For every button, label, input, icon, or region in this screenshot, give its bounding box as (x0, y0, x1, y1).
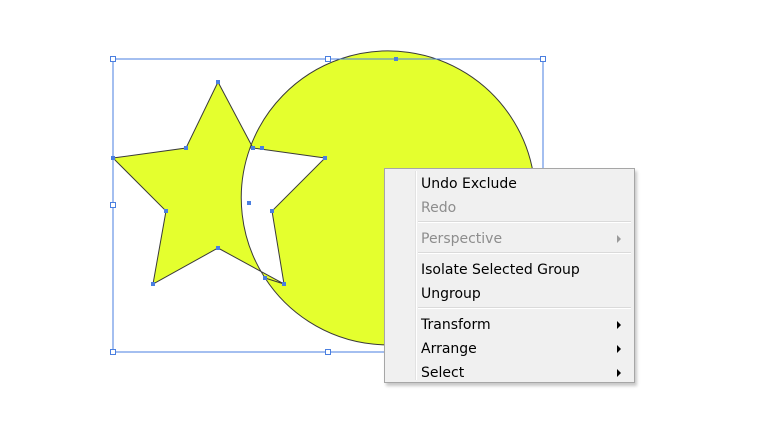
menu-item-label: Arrange (421, 341, 477, 357)
menu-item-label: Redo (421, 200, 457, 216)
menu-separator (418, 221, 631, 223)
menu-item-perspective[interactable]: Perspective (387, 227, 632, 251)
submenu-arrow-icon (617, 235, 621, 243)
menu-item-label: Perspective (421, 231, 503, 247)
submenu-arrow-icon (617, 345, 621, 353)
context-menu: Undo Exclude Redo Perspective Isolate Se… (384, 168, 635, 383)
menu-item-undo-exclude[interactable]: Undo Exclude (387, 172, 632, 196)
menu-item-label: Ungroup (421, 286, 481, 302)
artboard-canvas[interactable] (0, 0, 765, 431)
menu-item-label: Isolate Selected Group (421, 262, 580, 278)
menu-item-select[interactable]: Select (387, 361, 632, 385)
menu-separator (418, 252, 631, 254)
menu-item-arrange[interactable]: Arrange (387, 337, 632, 361)
menu-separator (418, 307, 631, 309)
menu-item-isolate-selected-group[interactable]: Isolate Selected Group (387, 258, 632, 282)
menu-item-transform[interactable]: Transform (387, 313, 632, 337)
menu-item-label: Select (421, 365, 465, 381)
menu-item-label: Transform (421, 317, 491, 333)
submenu-arrow-icon (617, 369, 621, 377)
menu-item-label: Undo Exclude (421, 176, 517, 192)
menu-item-ungroup[interactable]: Ungroup (387, 282, 632, 306)
submenu-arrow-icon (617, 321, 621, 329)
menu-item-redo[interactable]: Redo (387, 196, 632, 220)
